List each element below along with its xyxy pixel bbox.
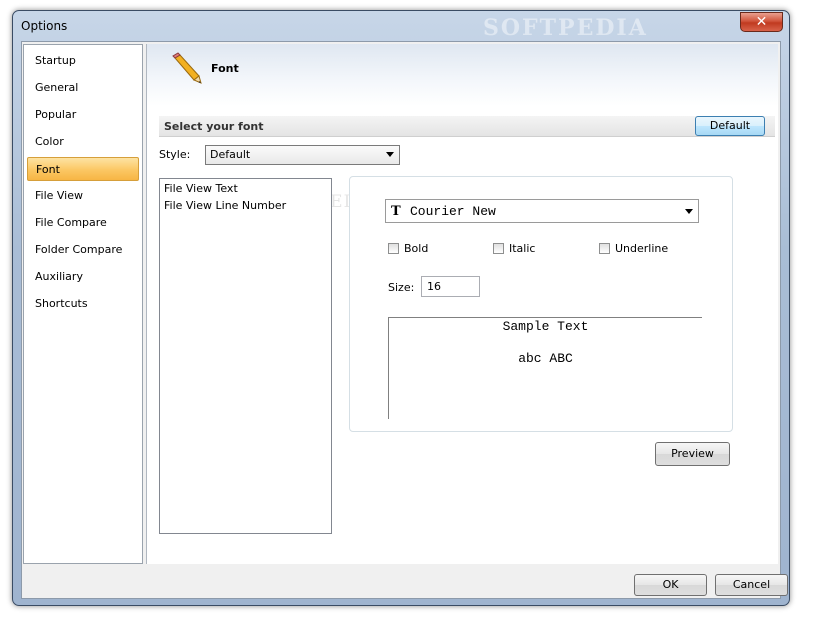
font-family-dropdown[interactable]: T Courier New (385, 199, 699, 223)
options-window: Options SOFTPEDIA ✕ Startup General Popu… (12, 10, 790, 606)
page-title: Font (211, 62, 239, 75)
category-nav: Startup General Popular Color Font File … (23, 44, 143, 564)
dialog-client: Startup General Popular Color Font File … (21, 41, 788, 599)
close-button[interactable]: ✕ (740, 12, 783, 32)
font-settings-group: T Courier New Bold Italic Underline Size… (349, 176, 733, 432)
close-icon: ✕ (755, 14, 768, 30)
style-label: Style: (159, 148, 191, 161)
nav-item-popular[interactable]: Popular (27, 103, 139, 127)
section-label: Select your font (164, 120, 264, 133)
size-label: Size: (388, 281, 415, 294)
underline-label: Underline (615, 242, 669, 255)
nav-item-startup[interactable]: Startup (27, 49, 139, 73)
bold-label: Bold (404, 242, 429, 255)
cancel-button[interactable]: Cancel (715, 574, 788, 596)
nav-item-color[interactable]: Color (27, 130, 139, 154)
list-item-file-view-line-number[interactable]: File View Line Number (164, 199, 286, 212)
window-title: Options (21, 19, 68, 33)
style-value: Default (210, 148, 251, 161)
font-target-list[interactable]: File View Text File View Line Number (159, 178, 332, 534)
chevron-down-icon (386, 152, 394, 157)
title-bar[interactable]: Options SOFTPEDIA ✕ (13, 11, 789, 41)
truetype-font-icon: T (391, 204, 401, 219)
sample-title: Sample Text (502, 319, 589, 334)
nav-item-font[interactable]: Font (27, 157, 139, 181)
preview-button[interactable]: Preview (655, 442, 730, 466)
font-size-input[interactable]: 16 (421, 276, 480, 297)
ok-button[interactable]: OK (634, 574, 707, 596)
list-item-file-view-text[interactable]: File View Text (164, 182, 238, 195)
style-dropdown[interactable]: Default (205, 145, 400, 165)
nav-item-file-compare[interactable]: File Compare (27, 211, 139, 235)
nav-item-auxiliary[interactable]: Auxiliary (27, 265, 139, 289)
pencil-icon (172, 52, 202, 84)
font-family-value: Courier New (410, 204, 496, 219)
sample-body: abc ABC (518, 351, 573, 366)
settings-panel: Font Select your font Default Style: Def… (146, 44, 778, 564)
nav-item-folder-compare[interactable]: Folder Compare (27, 238, 139, 262)
softpedia-watermark: SOFTPEDIA (483, 15, 648, 41)
italic-checkbox[interactable] (493, 243, 504, 254)
italic-label: Italic (509, 242, 536, 255)
default-button[interactable]: Default (695, 116, 765, 136)
section-header: Select your font (159, 116, 775, 137)
underline-checkbox[interactable] (599, 243, 610, 254)
nav-item-file-view[interactable]: File View (27, 184, 139, 208)
bold-checkbox[interactable] (388, 243, 399, 254)
panel-header: Font (147, 44, 778, 106)
font-preview-area: Sample Text abc ABC (388, 317, 702, 419)
nav-item-shortcuts[interactable]: Shortcuts (27, 292, 139, 316)
chevron-down-icon (685, 209, 693, 214)
nav-item-general[interactable]: General (27, 76, 139, 100)
